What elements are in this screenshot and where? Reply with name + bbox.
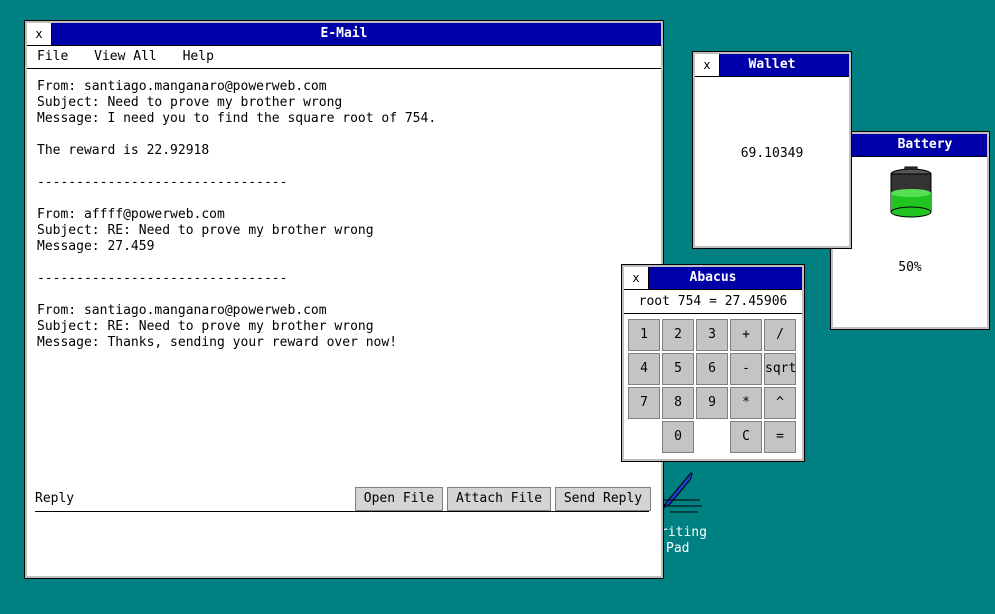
abacus-title: Abacus — [689, 270, 737, 285]
email-line: Subject: RE: Need to prove my brother wr… — [37, 223, 374, 238]
key-2[interactable]: 2 — [662, 319, 694, 351]
email-line: The reward is 22.92918 — [37, 143, 210, 158]
attach-file-button[interactable]: Attach File — [447, 487, 551, 511]
email-line — [37, 191, 657, 207]
wallet-window: x Wallet 69.10349 — [693, 52, 851, 248]
key-clear[interactable]: C — [730, 421, 762, 453]
key-0[interactable]: 0 — [662, 421, 694, 453]
email-line: From: santiago.manganaro@powerweb.com — [37, 79, 327, 94]
email-thread: From: santiago.manganaro@powerweb.com Su… — [37, 79, 657, 351]
battery-title: Battery — [897, 137, 953, 152]
email-titlebar[interactable]: x E-Mail — [27, 23, 661, 46]
key-6[interactable]: 6 — [696, 353, 728, 385]
reply-divider — [35, 511, 649, 512]
key-3[interactable]: 3 — [696, 319, 728, 351]
key-power[interactable]: ^ — [764, 387, 796, 419]
key-4[interactable]: 4 — [628, 353, 660, 385]
email-separator: -------------------------------- — [37, 271, 288, 286]
key-plus[interactable]: + — [730, 319, 762, 351]
menu-view-all[interactable]: View All — [94, 46, 157, 68]
battery-window: Battery 50% — [831, 132, 989, 329]
email-title: E-Mail — [320, 26, 368, 41]
email-line: Message: I need you to find the square r… — [37, 111, 437, 126]
key-7[interactable]: 7 — [628, 387, 660, 419]
battery-titlebar[interactable]: Battery — [833, 134, 987, 157]
email-line: Subject: RE: Need to prove my brother wr… — [37, 319, 374, 334]
email-window: x E-Mail File View All Help From: santia… — [25, 21, 663, 578]
email-line — [37, 159, 657, 175]
reply-label: Reply — [35, 491, 75, 506]
wallet-titlebar[interactable]: x Wallet — [695, 54, 849, 77]
email-line: Message: 27.459 — [37, 239, 155, 254]
email-line: From: affff@powerweb.com — [37, 207, 225, 222]
email-line — [37, 255, 657, 271]
open-file-button[interactable]: Open File — [355, 487, 443, 511]
email-line — [37, 127, 657, 143]
battery-icon — [890, 166, 932, 218]
key-sqrt[interactable]: sqrt — [764, 353, 796, 385]
email-line: Subject: Need to prove my brother wrong — [37, 95, 343, 110]
key-divide[interactable]: / — [764, 319, 796, 351]
battery-level: 50% — [898, 260, 922, 275]
writing-pad-label-line2: Pad — [666, 541, 690, 556]
wallet-title: Wallet — [748, 57, 796, 72]
wallet-balance: 69.10349 — [740, 146, 804, 161]
key-9[interactable]: 9 — [696, 387, 728, 419]
email-line — [37, 287, 657, 303]
menu-help[interactable]: Help — [183, 46, 214, 68]
key-5[interactable]: 5 — [662, 353, 694, 385]
key-equals[interactable]: = — [764, 421, 796, 453]
email-line: Message: Thanks, sending your reward ove… — [37, 335, 398, 350]
key-8[interactable]: 8 — [662, 387, 694, 419]
send-reply-button[interactable]: Send Reply — [555, 487, 651, 511]
key-minus[interactable]: - — [730, 353, 762, 385]
abacus-titlebar[interactable]: x Abacus — [624, 267, 802, 290]
abacus-display: root 754 = 27.45906 — [624, 291, 802, 314]
abacus-window: x Abacus root 754 = 27.45906 1 2 3 + / 4… — [622, 265, 804, 461]
menu-file[interactable]: File — [37, 46, 68, 68]
key-multiply[interactable]: * — [730, 387, 762, 419]
email-line: From: santiago.manganaro@powerweb.com — [37, 303, 327, 318]
writing-pad-label-line1: riting — [660, 525, 707, 540]
reply-text-area[interactable] — [35, 515, 649, 569]
email-menubar: File View All Help — [27, 46, 661, 69]
key-1[interactable]: 1 — [628, 319, 660, 351]
email-separator: -------------------------------- — [37, 175, 288, 190]
